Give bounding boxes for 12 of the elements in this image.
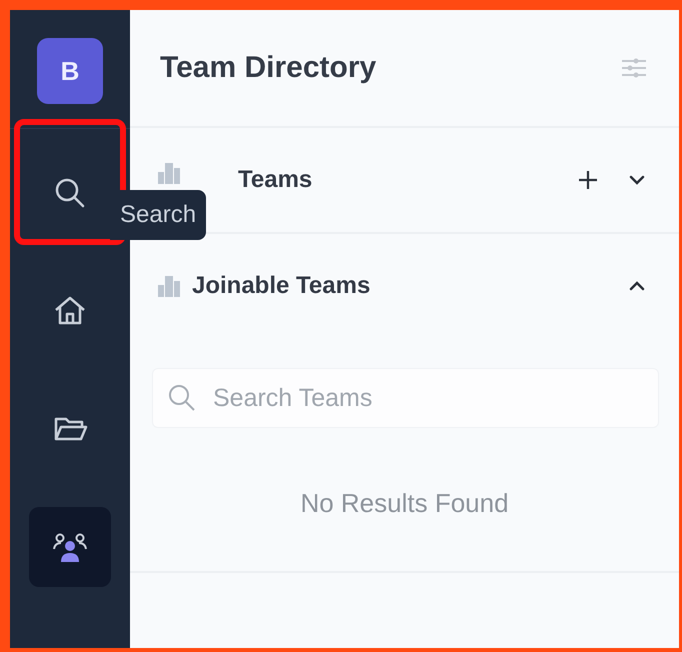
section-title: Teams bbox=[238, 165, 312, 195]
search-icon bbox=[168, 384, 196, 412]
section-title: Joinable Teams bbox=[192, 271, 370, 301]
building-icon bbox=[158, 162, 180, 184]
plus-icon bbox=[577, 169, 599, 191]
logo-badge: B bbox=[37, 38, 103, 104]
empty-message: No Results Found bbox=[299, 487, 510, 520]
tooltip: Search bbox=[110, 190, 206, 240]
search-field[interactable]: Search Teams bbox=[152, 368, 659, 428]
building-icon bbox=[158, 276, 180, 296]
nav-button[interactable] bbox=[29, 507, 111, 587]
page-title: Team Directory bbox=[160, 50, 376, 86]
